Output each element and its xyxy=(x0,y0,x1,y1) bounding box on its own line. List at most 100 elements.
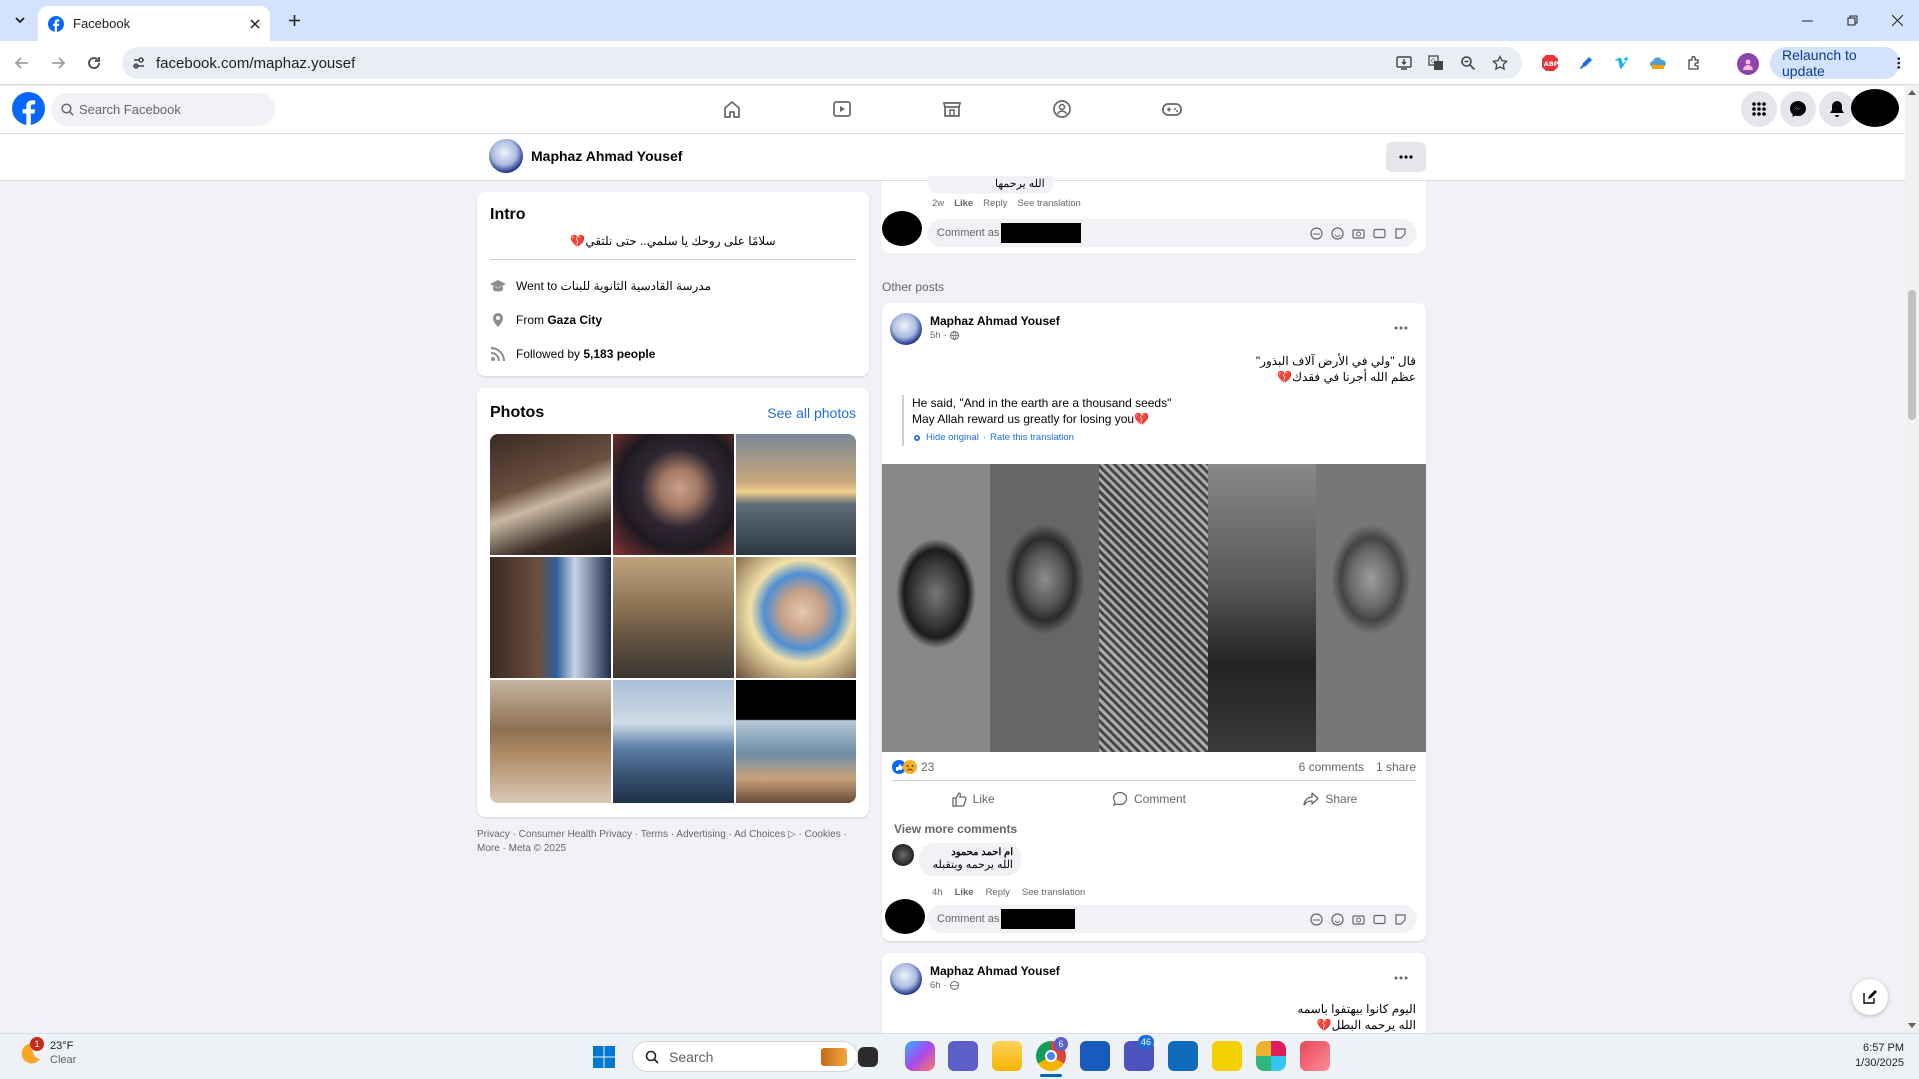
chrome-icon[interactable]: 6 xyxy=(1036,1037,1068,1071)
emoji-icon[interactable] xyxy=(1331,912,1344,926)
sticker-icon[interactable] xyxy=(1394,227,1407,240)
minimize-icon[interactable] xyxy=(1802,15,1813,26)
tab-list-button[interactable] xyxy=(8,8,32,32)
restore-icon[interactable] xyxy=(1847,15,1858,26)
share-button[interactable]: Share xyxy=(1303,791,1357,807)
browser-tab-facebook[interactable]: Facebook xyxy=(38,6,270,41)
snipping-tool-icon[interactable] xyxy=(1300,1041,1330,1071)
messenger-button[interactable] xyxy=(1780,91,1816,127)
footer-meta[interactable]: More · Meta © 2025 xyxy=(477,842,869,856)
facebook-search-input[interactable]: Search Facebook xyxy=(51,93,275,126)
photo-thumbnail[interactable] xyxy=(613,557,734,678)
nav-video[interactable] xyxy=(822,89,862,129)
profile-avatar-button[interactable] xyxy=(1737,53,1759,75)
kebab-menu-icon[interactable] xyxy=(1896,56,1901,70)
post-author-name[interactable]: Maphaz Ahmad Yousef xyxy=(930,314,1060,328)
emoji-icon[interactable] xyxy=(1331,226,1344,240)
site-info-icon[interactable] xyxy=(132,56,146,70)
extensions-button[interactable] xyxy=(1680,49,1708,77)
comment-time[interactable]: 2w xyxy=(932,198,944,209)
post-options-icon[interactable] xyxy=(1394,326,1408,330)
avatar-sticker-icon[interactable] xyxy=(1310,226,1323,240)
notifications-button[interactable] xyxy=(1819,91,1855,127)
photo-thumbnail[interactable] xyxy=(736,434,856,555)
vimeo-extension[interactable] xyxy=(1608,49,1636,77)
comment-time[interactable]: 4h xyxy=(932,887,943,898)
post-time[interactable]: 6h xyxy=(930,980,941,991)
post-author-avatar[interactable] xyxy=(890,963,922,995)
address-bar[interactable]: facebook.com/maphaz.yousef xyxy=(122,47,1522,79)
forward-button[interactable] xyxy=(44,49,72,77)
copilot-icon[interactable] xyxy=(905,1041,935,1071)
nav-home[interactable] xyxy=(712,89,752,129)
start-button[interactable] xyxy=(592,1045,616,1069)
post-author-avatar[interactable] xyxy=(890,313,922,345)
facebook-logo[interactable] xyxy=(12,92,45,125)
taskbar-search[interactable]: Search xyxy=(632,1041,858,1072)
sticky-notes-icon[interactable] xyxy=(1212,1041,1242,1071)
close-tab-icon[interactable] xyxy=(250,18,260,29)
slack-icon[interactable] xyxy=(1256,1041,1286,1071)
see-all-photos-link[interactable]: See all photos xyxy=(767,405,856,421)
nav-marketplace[interactable] xyxy=(932,89,972,129)
post-time[interactable]: 5h xyxy=(930,330,941,341)
post-options-icon[interactable] xyxy=(1394,976,1408,980)
zoom-button[interactable] xyxy=(1454,49,1482,77)
word-icon[interactable] xyxy=(1080,1041,1110,1071)
nav-gaming[interactable] xyxy=(1152,89,1192,129)
shares-count[interactable]: 1 share xyxy=(1376,760,1416,774)
profile-more-button[interactable] xyxy=(1386,142,1426,172)
teams-icon[interactable] xyxy=(948,1041,978,1071)
new-message-button[interactable] xyxy=(1852,979,1888,1015)
comment-input[interactable]: Comment as xyxy=(927,905,1417,933)
teams-classic-icon[interactable]: 46 xyxy=(1124,1035,1155,1071)
back-button[interactable] xyxy=(8,49,36,77)
scroll-up-icon[interactable] xyxy=(1908,89,1916,95)
camera-icon[interactable] xyxy=(1352,913,1365,926)
reload-button[interactable] xyxy=(80,49,108,77)
view-more-comments[interactable]: View more comments xyxy=(894,822,1017,836)
profile-name[interactable]: Maphaz Ahmad Yousef xyxy=(531,148,682,164)
scrollbar-thumb[interactable] xyxy=(1908,290,1916,420)
school-name[interactable]: مدرسة القادسية الثانوية للبنات xyxy=(560,279,711,293)
comment-avatar[interactable] xyxy=(892,844,914,866)
sticker-icon[interactable] xyxy=(1394,913,1407,926)
comments-count[interactable]: 6 comments xyxy=(1299,760,1364,774)
photo-thumbnail[interactable] xyxy=(490,680,611,803)
pen-extension[interactable] xyxy=(1572,49,1600,77)
hide-original-link[interactable]: Hide original xyxy=(926,430,979,446)
weather-widget[interactable]: 1 23°F Clear xyxy=(18,1037,76,1067)
nav-groups[interactable] xyxy=(1042,89,1082,129)
relaunch-button[interactable]: Relaunch to update xyxy=(1770,47,1900,79)
reactions-summary[interactable]: 23 xyxy=(892,760,934,774)
scroll-down-icon[interactable] xyxy=(1908,1023,1916,1029)
account-avatar[interactable] xyxy=(1851,89,1899,127)
comment-see-translation[interactable]: See translation xyxy=(1022,887,1085,898)
hometown-city[interactable]: Gaza City xyxy=(547,313,602,327)
drive-extension[interactable] xyxy=(1644,49,1672,77)
rate-translation-link[interactable]: Rate this translation xyxy=(990,430,1074,446)
photo-thumbnail[interactable] xyxy=(613,680,734,803)
comment-author[interactable]: ام احمد محمود xyxy=(927,847,1013,858)
photo-thumbnail[interactable] xyxy=(736,557,856,678)
comment-button[interactable]: Comment xyxy=(1112,791,1186,807)
file-explorer-icon[interactable] xyxy=(992,1041,1022,1071)
task-view-icon[interactable] xyxy=(858,1047,878,1067)
new-tab-button[interactable] xyxy=(282,8,306,32)
followers-count[interactable]: 5,183 people xyxy=(583,347,655,361)
outlook-icon[interactable] xyxy=(1168,1041,1198,1071)
avatar-sticker-icon[interactable] xyxy=(1310,912,1323,926)
comment-reply-link[interactable]: Reply xyxy=(983,198,1007,209)
browser-scrollbar[interactable] xyxy=(1905,86,1919,1033)
photo-thumbnail[interactable] xyxy=(490,434,611,555)
gif-icon[interactable] xyxy=(1373,913,1386,926)
comment-see-translation[interactable]: See translation xyxy=(1017,198,1080,209)
close-window-icon[interactable] xyxy=(1892,14,1903,26)
comment-input[interactable]: Comment as xyxy=(927,219,1417,247)
photo-thumbnail[interactable] xyxy=(736,680,856,803)
gif-icon[interactable] xyxy=(1373,227,1386,240)
comment-like-link[interactable]: Like xyxy=(954,198,973,209)
install-app-button[interactable] xyxy=(1390,49,1418,77)
post-author-name[interactable]: Maphaz Ahmad Yousef xyxy=(930,964,1060,978)
profile-avatar[interactable] xyxy=(489,139,523,173)
